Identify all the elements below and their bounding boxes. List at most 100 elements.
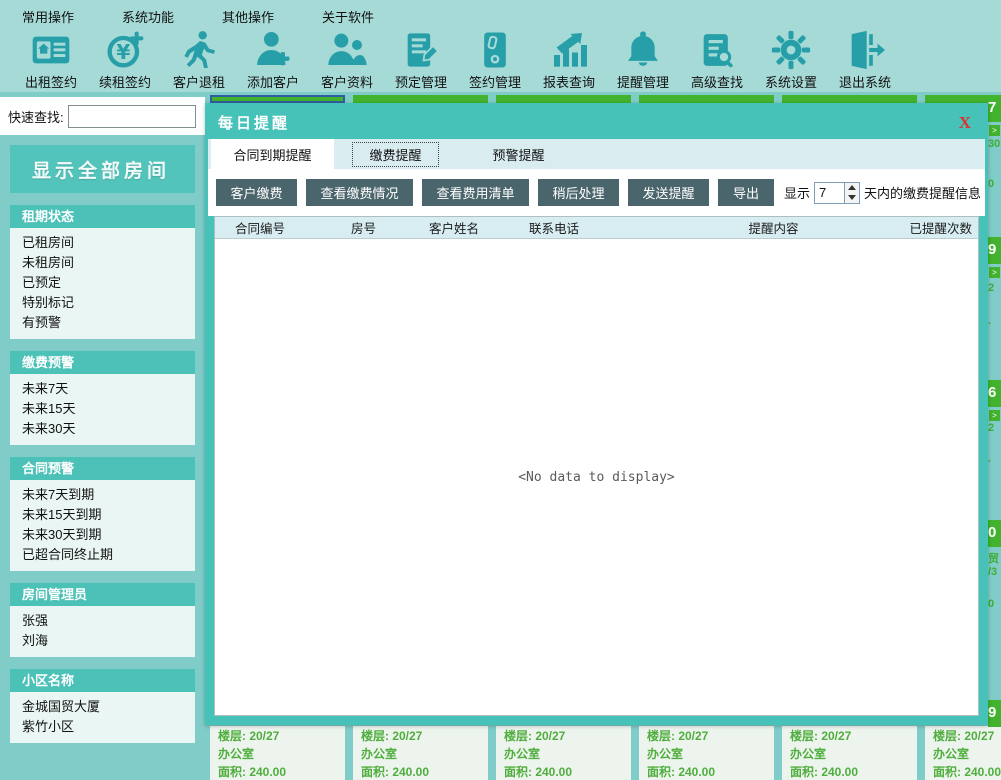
section-community-name: 小区名称 金城国贸大厦 紫竹小区 [10, 669, 195, 743]
room-card-top[interactable] [639, 95, 774, 103]
tab-warning-reminder[interactable]: 预警提醒 [457, 139, 580, 169]
toolbar-booking-manage[interactable]: 预定管理 [384, 30, 458, 91]
menu-bar: 常用操作 系统功能 其他操作 关于软件 [0, 0, 1001, 28]
toolbar-customer-files[interactable]: 客户资料 [310, 30, 384, 91]
toolbar-label: 添加客户 [247, 72, 299, 91]
days-value[interactable]: 7 [815, 183, 844, 203]
section-contract-warning: 合同预警 未来7天到期 未来15天到期 未来30天到期 已超合同终止期 [10, 457, 195, 571]
sidebar-item-community[interactable]: 金城国贸大厦 [10, 697, 195, 717]
tab-payment-reminder[interactable]: 缴费提醒 [334, 139, 457, 169]
close-icon[interactable]: X [945, 113, 985, 133]
menu-about-software[interactable]: 关于软件 [318, 5, 378, 28]
room-card[interactable]: 楼层: 20/27 办公室 面积: 240.00 [925, 726, 1001, 780]
room-card[interactable]: 楼层: 20/27 办公室 面积: 240.00 [639, 726, 774, 780]
send-reminder-button[interactable]: 发送提醒 [628, 179, 709, 206]
toolbar-exit-system[interactable]: 退出系统 [828, 30, 902, 91]
col-room-no[interactable]: 房号 [345, 218, 429, 237]
room-card[interactable]: 楼层: 20/27 办公室 面积: 240.00 [353, 726, 488, 780]
card-text-sliver: 0 [988, 178, 1001, 190]
toolbar-label: 提醒管理 [617, 72, 669, 91]
card-text-sliver: 2 [988, 282, 1001, 294]
room-card-top[interactable] [496, 95, 631, 103]
customer-pay-button[interactable]: 客户缴费 [216, 179, 297, 206]
reminder-grid: 合同编号 房号 客户姓名 联系电话 提醒内容 已提醒次数 <No data to… [214, 216, 979, 716]
toolbar-system-settings[interactable]: 系统设置 [754, 30, 828, 91]
col-customer-name[interactable]: 客户姓名 [429, 218, 529, 237]
days-spinner[interactable]: 7 [814, 182, 860, 204]
sidebar-item-pay-7d[interactable]: 未来7天 [10, 379, 195, 399]
menu-other-operations[interactable]: 其他操作 [218, 5, 278, 28]
sidebar-item-warned[interactable]: 有预警 [10, 313, 195, 333]
menu-common-operations[interactable]: 常用操作 [18, 5, 78, 28]
room-card-top[interactable] [782, 95, 917, 103]
sidebar-item-booked[interactable]: 已预定 [10, 273, 195, 293]
room-card-header-sliver: 0 [988, 520, 1001, 547]
room-card-header-sliver: 9 [988, 237, 1001, 264]
card-type: 办公室 [933, 745, 1001, 763]
sidebar-item-expire-30d[interactable]: 未来30天到期 [10, 525, 195, 545]
room-card-top-selected[interactable] [210, 95, 345, 103]
card-text-sliver: 2 [988, 422, 1001, 434]
section-title: 合同预警 [10, 457, 195, 480]
card-link-icon: > [989, 410, 1000, 421]
card-text-sliver: · [988, 318, 1001, 330]
card-type: 办公室 [361, 745, 480, 763]
export-button[interactable]: 导出 [718, 179, 774, 206]
toolbar-add-customer[interactable]: 添加客户 [236, 30, 310, 91]
sidebar-item-manager[interactable]: 刘海 [10, 631, 195, 651]
menu-system-functions[interactable]: 系统功能 [118, 5, 178, 28]
toolbar-remind-manage[interactable]: 提醒管理 [606, 30, 680, 91]
card-floor: 楼层: 20/27 [647, 727, 766, 745]
sidebar-item-rented[interactable]: 已租房间 [10, 233, 195, 253]
sidebar-item-marked[interactable]: 特别标记 [10, 293, 195, 313]
card-link-icon: > [989, 267, 1000, 278]
spinner-up-icon[interactable] [845, 183, 859, 193]
tenant-leave-icon [178, 30, 220, 70]
svg-text:¥: ¥ [116, 40, 130, 64]
sidebar-item-unrented[interactable]: 未租房间 [10, 253, 195, 273]
toolbar-report-query[interactable]: 报表查询 [532, 30, 606, 91]
col-reminded-times[interactable]: 已提醒次数 [868, 218, 978, 237]
quick-find-bar: 快速查找: [0, 97, 205, 135]
room-card[interactable]: 楼层: 20/27 办公室 面积: 240.00 [782, 726, 917, 780]
sidebar-item-pay-30d[interactable]: 未来30天 [10, 419, 195, 439]
room-card[interactable]: 楼层: 20/27 办公室 面积: 240.00 [210, 726, 345, 780]
view-payment-status-button[interactable]: 查看缴费情况 [306, 179, 413, 206]
toolbar-advanced-search[interactable]: 高级查找 [680, 30, 754, 91]
toolbar-renew-contract[interactable]: ¥ 续租签约 [88, 30, 162, 91]
col-reminder-content[interactable]: 提醒内容 [679, 218, 868, 237]
sidebar-item-expire-7d[interactable]: 未来7天到期 [10, 485, 195, 505]
section-title: 房间管理员 [10, 583, 195, 606]
toolbar-contract-manage[interactable]: 签约管理 [458, 30, 532, 91]
sidebar-item-expire-15d[interactable]: 未来15天到期 [10, 505, 195, 525]
view-fee-list-button[interactable]: 查看费用清单 [422, 179, 529, 206]
sidebar-item-community[interactable]: 紫竹小区 [10, 717, 195, 737]
room-card[interactable]: 楼层: 20/27 办公室 面积: 240.00 [496, 726, 631, 780]
card-area: 面积: 240.00 [361, 763, 480, 780]
sidebar-item-expired[interactable]: 已超合同终止期 [10, 545, 195, 565]
card-type: 办公室 [790, 745, 909, 763]
card-type: 办公室 [647, 745, 766, 763]
toolbar-tenant-leave[interactable]: 客户退租 [162, 30, 236, 91]
top-header: 常用操作 系统功能 其他操作 关于软件 出租签约 ¥ 续租签约 客户退租 添加客… [0, 0, 1001, 92]
card-area: 面积: 240.00 [504, 763, 623, 780]
handle-later-button[interactable]: 稍后处理 [538, 179, 619, 206]
toolbar-label: 高级查找 [691, 72, 743, 91]
quick-find-label: 快速查找: [8, 107, 64, 126]
card-floor: 楼层: 20/27 [218, 727, 337, 745]
room-card-header-sliver: 7 [988, 95, 1001, 122]
quick-find-input[interactable] [68, 105, 196, 128]
show-all-rooms-button[interactable]: 显示全部房间 [10, 145, 195, 193]
toolbar-label: 客户资料 [321, 72, 373, 91]
sidebar-item-pay-15d[interactable]: 未来15天 [10, 399, 195, 419]
dialog-titlebar[interactable]: 每日提醒 X [208, 106, 985, 139]
card-text-sliver: /3 [988, 566, 1001, 578]
toolbar-rent-contract[interactable]: 出租签约 [14, 30, 88, 91]
spinner-down-icon[interactable] [845, 193, 859, 203]
room-card-top[interactable] [353, 95, 488, 103]
col-contract-no[interactable]: 合同编号 [215, 218, 345, 237]
sidebar-item-manager[interactable]: 张强 [10, 611, 195, 631]
grid-body: <No data to display> [215, 239, 978, 715]
col-phone[interactable]: 联系电话 [529, 218, 679, 237]
tab-contract-expiry-reminder[interactable]: 合同到期提醒 [211, 139, 334, 169]
